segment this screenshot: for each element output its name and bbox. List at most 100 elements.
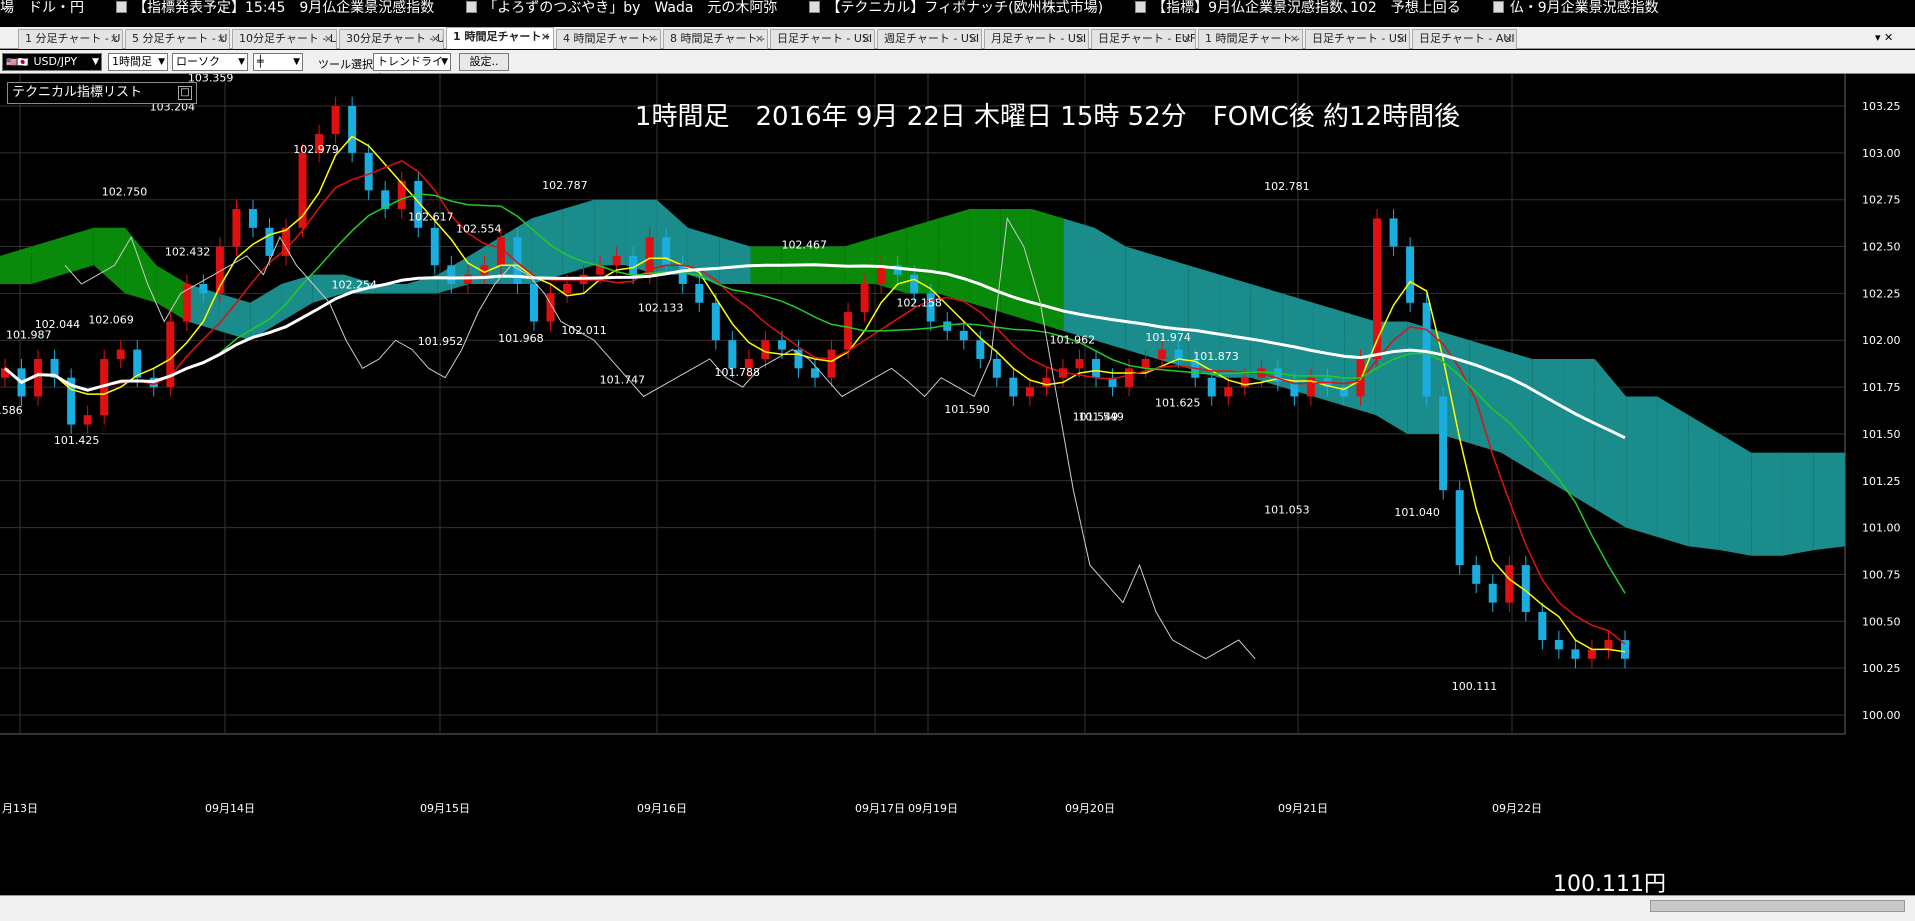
price-annotation: 101.974 <box>1145 331 1191 344</box>
chevron-down-icon: ▼ <box>293 57 300 67</box>
close-icon[interactable]: × <box>862 30 871 48</box>
tab-label: 週足チャート - USI <box>884 32 980 45</box>
y-tick-label: 102.00 <box>1862 334 1901 347</box>
price-annotation: 101.968 <box>498 332 544 345</box>
timeframe-label: 1時間足 <box>112 55 152 68</box>
candle-body <box>529 284 538 322</box>
close-icon[interactable]: × <box>1290 30 1299 48</box>
price-annotation: 101.747 <box>600 374 646 387</box>
news-ticker[interactable]: 場 ドル・円 【指標発表予定】15:45 9月仏企業景況感指数 「よろずのつぶやき」… <box>0 0 1915 17</box>
close-icon[interactable]: × <box>969 30 978 48</box>
tab-chart-14[interactable]: 日足チャート - AUI × <box>1412 29 1517 49</box>
price-annotation: 102.011 <box>561 324 607 337</box>
ichimoku-cloud <box>1813 452 1845 551</box>
tab-chart-8[interactable]: 日足チャート - USI × <box>770 29 875 49</box>
y-tick-label: 100.00 <box>1862 709 1901 722</box>
pair-select[interactable]: 🇺🇸🇯🇵 USD/JPY ▼ <box>2 53 102 71</box>
candle-body <box>447 265 456 285</box>
chart-type-select[interactable]: ローソク ▼ <box>172 53 248 71</box>
tab-chart-13[interactable]: 日足チャート - USI × <box>1305 29 1410 49</box>
candle-body <box>34 358 43 397</box>
ichimoku-cloud <box>1751 452 1783 556</box>
tab-chart-4[interactable]: 30分足チャート - U × <box>339 29 444 49</box>
ichimoku-cloud <box>1782 452 1814 556</box>
chart-type-label: ローソク <box>176 55 220 68</box>
x-tick-label: 09月14日 <box>205 802 255 815</box>
tab-label: 30分足チャート - U <box>346 32 444 45</box>
tab-chart-2[interactable]: 5 分足チャート - U × <box>125 29 230 49</box>
close-icon[interactable]: × <box>755 30 764 48</box>
tab-chart-11[interactable]: 日足チャート - EUF × <box>1091 29 1196 49</box>
close-icon[interactable]: × <box>1504 30 1513 48</box>
ichimoku-cloud <box>93 227 126 294</box>
price-annotation: 102.787 <box>542 179 588 192</box>
tab-chart-7[interactable]: 8 時間足チャート - × <box>663 29 768 49</box>
close-icon[interactable]: × <box>1076 30 1085 48</box>
horizontal-scrollbar[interactable] <box>1650 900 1905 912</box>
tab-label: 日足チャート - AUI <box>1419 32 1515 45</box>
tab-label: 日足チャート - USI <box>1312 32 1408 45</box>
price-annotation: 101.962 <box>1050 333 1096 346</box>
x-tick-label: 09月22日 <box>1492 802 1542 815</box>
price-annotation: 102.069 <box>88 313 134 326</box>
ticker-item[interactable]: 【指標】9月仏企業景況感指数､102 予想上回る <box>1152 0 1461 17</box>
candle-body <box>1224 387 1233 397</box>
ticker-item[interactable]: 【テクニカル】フィボナッチ(欧州株式市場) <box>826 0 1103 17</box>
ichimoku-cloud <box>969 209 1001 313</box>
close-icon[interactable]: × <box>1183 30 1192 48</box>
candle-body <box>1389 218 1398 247</box>
ichimoku-cloud <box>938 209 970 303</box>
ichimoku-cloud <box>1688 415 1720 551</box>
document-icon <box>1492 1 1504 13</box>
close-icon[interactable]: × <box>541 28 550 46</box>
y-tick-label: 101.75 <box>1862 381 1901 394</box>
candle-style-select[interactable]: ╪ ▼ <box>253 53 303 71</box>
price-annotation: 101.040 <box>1394 506 1440 519</box>
close-icon[interactable]: × <box>1397 30 1406 48</box>
tab-chart-5[interactable]: 1 時間足チャート - × <box>446 27 554 49</box>
close-icon[interactable]: × <box>431 30 440 48</box>
candle-body <box>992 358 1001 378</box>
candle-body <box>1472 565 1481 584</box>
candle-body <box>910 274 919 294</box>
timeframe-select[interactable]: 1時間足 ▼ <box>108 53 168 71</box>
ticker-item[interactable]: 場 ドル・円 <box>0 0 84 17</box>
price-annotation: 101.788 <box>715 366 761 379</box>
candle-body <box>976 340 985 359</box>
close-icon[interactable]: × <box>324 30 333 48</box>
ichimoku-cloud <box>1532 358 1564 491</box>
ichimoku-cloud <box>1031 209 1064 331</box>
tab-chart-9[interactable]: 週足チャート - USI × <box>877 29 982 49</box>
settings-button[interactable]: 設定.. <box>459 53 509 71</box>
tool-select[interactable]: トレンドライン ▼ <box>373 53 451 84</box>
x-tick-label: 09月17日 <box>855 802 905 815</box>
candle-body <box>1488 583 1497 603</box>
x-tick-label: 09月20日 <box>1065 802 1115 815</box>
close-icon[interactable]: × <box>217 30 226 48</box>
tab-chart-12[interactable]: 1 時間足チャート - × <box>1198 29 1303 49</box>
price-chart[interactable]: 103.25 103.00 102.75 102.50 102.25 102.00 101.… <box>0 74 1915 874</box>
tab-chart-3[interactable]: 10分足チャート - L × <box>232 29 337 49</box>
y-tick-label: 103.00 <box>1862 147 1901 160</box>
price-annotation: 101.952 <box>418 335 464 348</box>
x-tick-label: 09月16日 <box>637 802 687 815</box>
tab-chart-1[interactable]: 1 分足チャート - U × <box>18 29 123 49</box>
y-tick-label: 101.50 <box>1862 428 1901 441</box>
ichimoku-cloud <box>531 209 563 285</box>
document-icon <box>809 1 821 13</box>
ticker-item[interactable]: 「よろずのつぶやき」by Wada 元の木阿弥 <box>483 0 777 17</box>
tab-chart-6[interactable]: 4 時間足チャート - × <box>556 29 661 49</box>
ticker-item[interactable]: 仏・9月企業景況感指数 <box>1510 0 1659 17</box>
tab-chart-10[interactable]: 月足チャート - USI × <box>984 29 1089 49</box>
tab-label: 5 分足チャート - U <box>132 32 228 45</box>
candle-body <box>844 312 853 350</box>
close-icon[interactable]: × <box>110 30 119 48</box>
chart-canvas[interactable]: 103.25103.00102.75102.50102.25102.00101.… <box>0 74 1915 874</box>
candle-body <box>397 180 406 210</box>
candle-icon: ╪ <box>257 55 264 68</box>
price-annotation: 101.873 <box>1193 350 1239 363</box>
y-tick-label: 102.75 <box>1862 194 1901 207</box>
tab-menu[interactable]: ▾ ✕ <box>1875 31 1893 44</box>
ticker-item[interactable]: 【指標発表予定】15:45 9月仏企業景況感指数 <box>133 0 434 17</box>
close-icon[interactable]: × <box>648 30 657 48</box>
